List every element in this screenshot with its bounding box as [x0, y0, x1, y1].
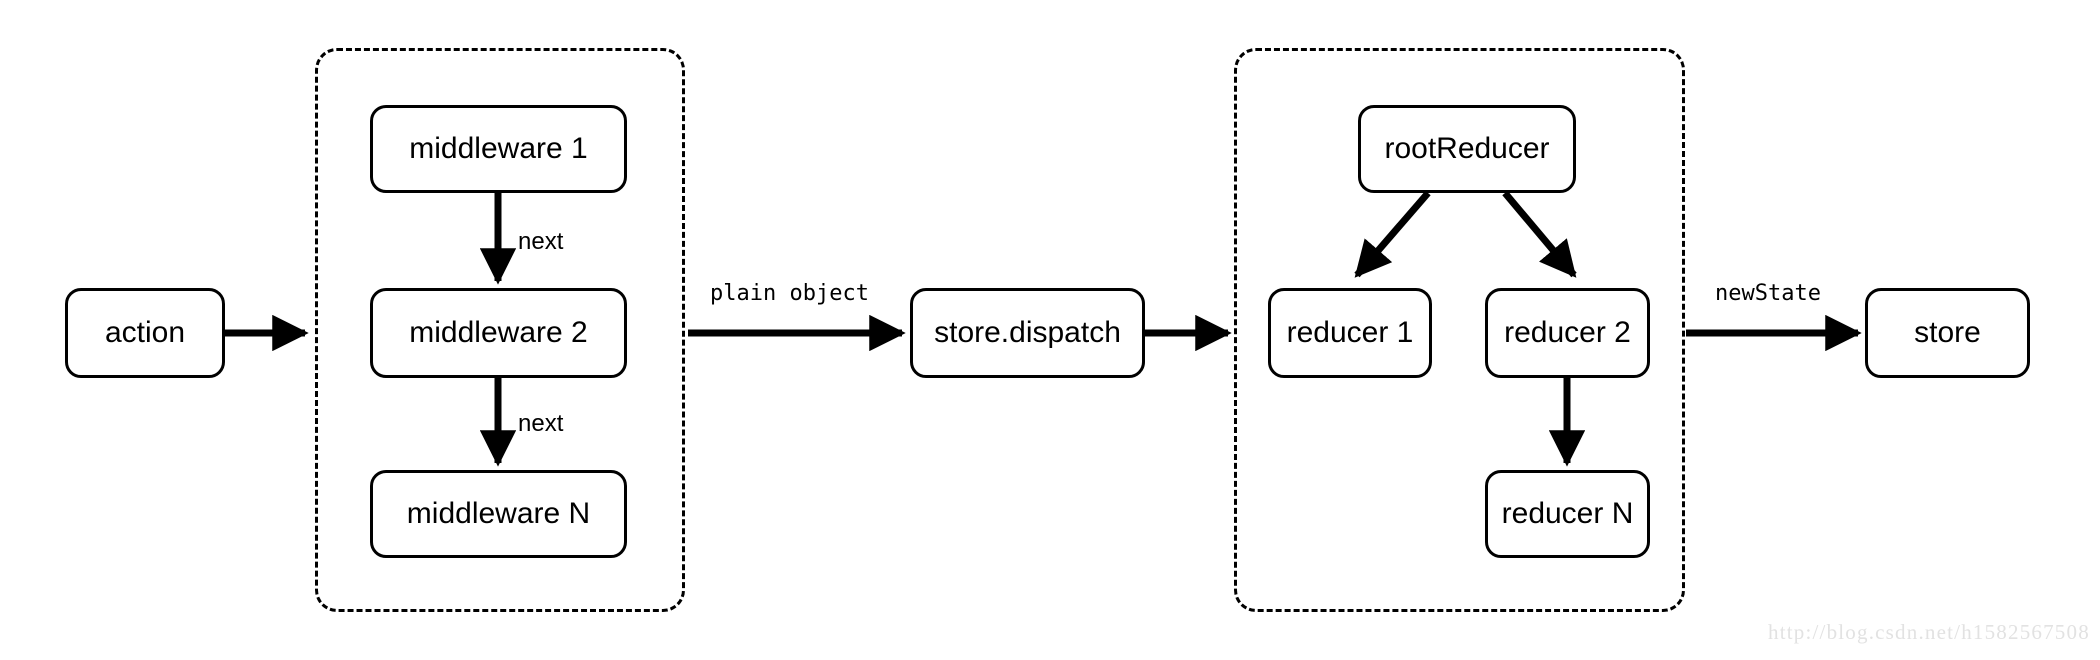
- node-middleware-1[interactable]: middleware 1: [370, 105, 627, 193]
- edge-label-next-1: next: [518, 228, 564, 255]
- node-reducer-1[interactable]: reducer 1: [1268, 288, 1432, 378]
- node-store-dispatch[interactable]: store.dispatch: [910, 288, 1145, 378]
- edge-label-next-2: next: [518, 410, 564, 437]
- node-reducer-2[interactable]: reducer 2: [1485, 288, 1650, 378]
- edge-label-plain-object: plain object: [710, 281, 869, 306]
- edge-label-new-state: newState: [1715, 281, 1821, 306]
- node-action[interactable]: action: [65, 288, 225, 378]
- node-root-reducer[interactable]: rootReducer: [1358, 105, 1576, 193]
- node-reducer-n[interactable]: reducer N: [1485, 470, 1650, 558]
- diagram-canvas: action middleware 1 middleware 2 middlew…: [0, 0, 2100, 660]
- watermark-url: http://blog.csdn.net/h1582567508: [1768, 620, 2090, 644]
- node-middleware-n[interactable]: middleware N: [370, 470, 627, 558]
- node-store[interactable]: store: [1865, 288, 2030, 378]
- node-middleware-2[interactable]: middleware 2: [370, 288, 627, 378]
